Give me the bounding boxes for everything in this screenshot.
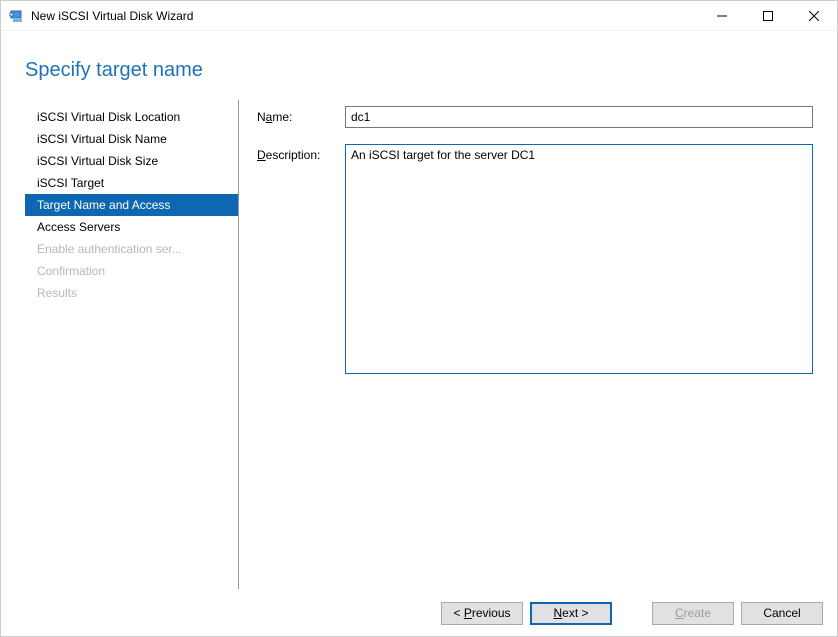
titlebar-title: New iSCSI Virtual Disk Wizard	[31, 9, 699, 23]
previous-button[interactable]: < Previous	[441, 602, 523, 625]
page-title: Specify target name	[25, 59, 837, 82]
description-input[interactable]	[345, 144, 813, 374]
sidebar-item-access-servers[interactable]: Access Servers	[25, 216, 238, 238]
sidebar-item-disk-location[interactable]: iSCSI Virtual Disk Location	[25, 106, 238, 128]
titlebar: New iSCSI Virtual Disk Wizard	[1, 1, 837, 31]
wizard-steps-sidebar: iSCSI Virtual Disk Location iSCSI Virtua…	[25, 100, 239, 589]
maximize-button[interactable]	[745, 1, 791, 31]
name-input[interactable]	[345, 106, 813, 128]
create-button: Create	[652, 602, 734, 625]
cancel-button[interactable]: Cancel	[741, 602, 823, 625]
body: iSCSI Virtual Disk Location iSCSI Virtua…	[1, 100, 837, 589]
titlebar-controls	[699, 1, 837, 31]
sidebar-item-disk-size[interactable]: iSCSI Virtual Disk Size	[25, 150, 238, 172]
app-icon	[9, 8, 25, 24]
footer: < Previous Next > Create Cancel	[1, 589, 837, 637]
page-header: Specify target name	[1, 31, 837, 100]
name-row: Name:	[257, 106, 813, 128]
next-button[interactable]: Next >	[530, 602, 612, 625]
sidebar-item-authentication: Enable authentication ser...	[25, 238, 238, 260]
sidebar-item-disk-name[interactable]: iSCSI Virtual Disk Name	[25, 128, 238, 150]
main-panel: Name: Description:	[239, 100, 813, 589]
sidebar-item-iscsi-target[interactable]: iSCSI Target	[25, 172, 238, 194]
sidebar-item-target-name[interactable]: Target Name and Access	[25, 194, 238, 216]
minimize-button[interactable]	[699, 1, 745, 31]
description-label: Description:	[257, 144, 345, 162]
sidebar-item-results: Results	[25, 282, 238, 304]
close-button[interactable]	[791, 1, 837, 31]
content: Specify target name iSCSI Virtual Disk L…	[1, 31, 837, 589]
description-row: Description:	[257, 144, 813, 374]
name-label: Name:	[257, 106, 345, 124]
sidebar-item-confirmation: Confirmation	[25, 260, 238, 282]
